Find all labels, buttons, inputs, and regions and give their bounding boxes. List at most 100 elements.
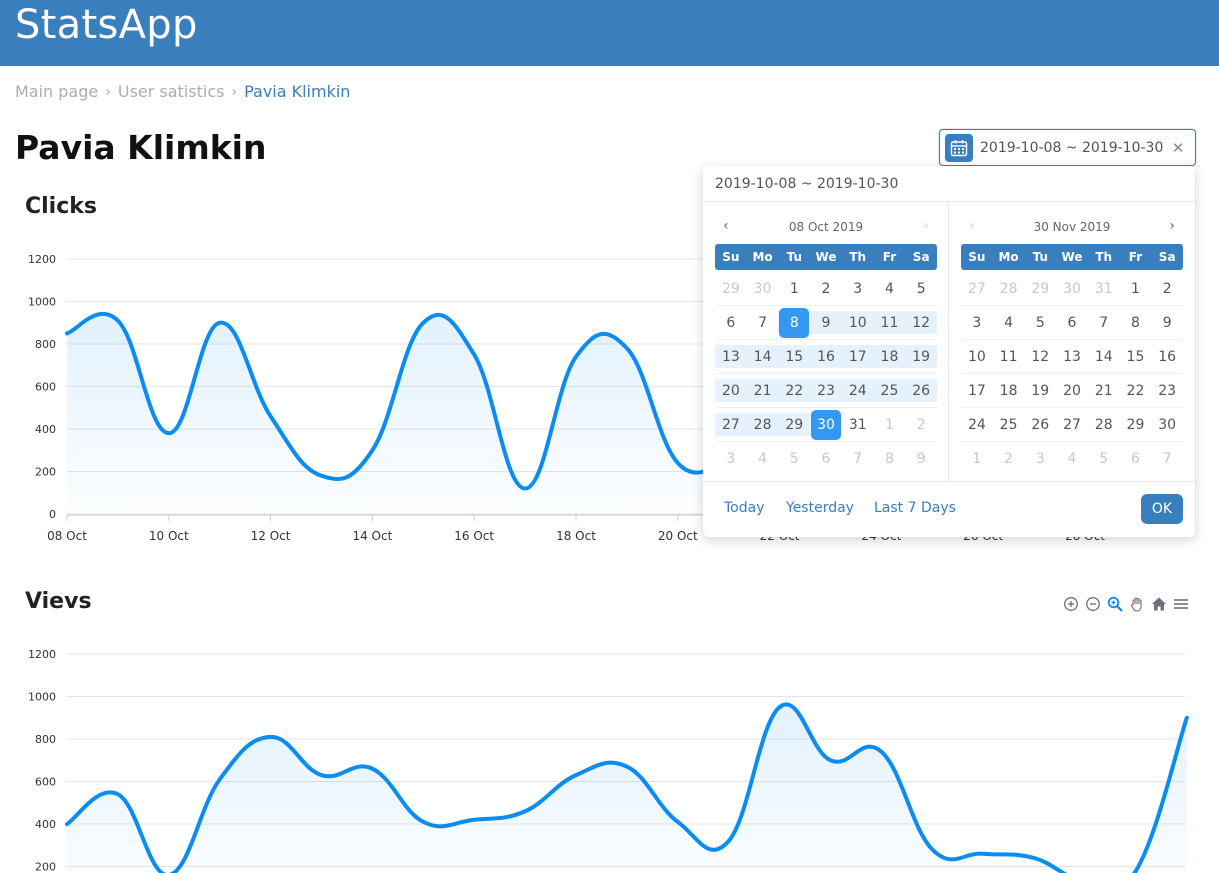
calendar-day[interactable]: 21	[746, 374, 779, 407]
calendar-day[interactable]: 7	[1088, 306, 1120, 339]
next-month-icon[interactable]: ›	[1169, 218, 1175, 234]
calendar-day[interactable]: 15	[1120, 340, 1152, 373]
calendar-day[interactable]: 31	[1088, 272, 1120, 305]
calendar-day[interactable]: 21	[1088, 374, 1120, 407]
calendar-day[interactable]: 11	[873, 306, 906, 339]
calendar-day[interactable]: 4	[747, 442, 779, 476]
calendar-day[interactable]: 27	[961, 272, 993, 305]
calendar-day[interactable]: 1	[1120, 272, 1152, 305]
calendar-day[interactable]: 2	[993, 442, 1025, 476]
pan-icon[interactable]	[1127, 595, 1147, 613]
calendar-day[interactable]: 28	[993, 272, 1025, 305]
calendar-day[interactable]: 19	[1024, 374, 1056, 407]
calendar-day[interactable]: 28	[1088, 408, 1120, 441]
calendar-day[interactable]: 14	[746, 340, 779, 373]
calendar-day[interactable]: 5	[778, 442, 810, 476]
ok-button[interactable]: OK	[1141, 494, 1183, 524]
calendar-day[interactable]: 23	[1151, 374, 1183, 407]
left-calendar-title[interactable]: 08 Oct 2019	[715, 220, 937, 234]
calendar-day[interactable]: 12	[905, 306, 937, 339]
app-title[interactable]: StatsApp	[15, 2, 198, 48]
calendar-day[interactable]: 5	[1024, 306, 1056, 339]
calendar-day[interactable]: 25	[873, 374, 906, 407]
clear-icon[interactable]: ✕	[1167, 139, 1189, 157]
zoom-in-icon[interactable]	[1061, 595, 1081, 613]
calendar-day[interactable]: 17	[841, 340, 874, 373]
calendar-day[interactable]: 7	[842, 442, 874, 476]
calendar-day-selected[interactable]: 8	[778, 306, 810, 339]
calendar-day[interactable]: 26	[905, 374, 937, 407]
calendar-day[interactable]: 13	[715, 340, 747, 373]
calendar-day[interactable]: 20	[1056, 374, 1088, 407]
calendar-day[interactable]: 29	[1024, 272, 1056, 305]
calendar-day[interactable]: 3	[1024, 442, 1056, 476]
calendar-day[interactable]: 1	[874, 408, 906, 441]
calendar-day[interactable]: 18	[873, 340, 906, 373]
calendar-day[interactable]: 8	[1120, 306, 1152, 339]
calendar-day[interactable]: 25	[993, 408, 1025, 441]
home-icon[interactable]	[1149, 595, 1169, 613]
selection-zoom-icon[interactable]	[1105, 595, 1125, 613]
calendar-day[interactable]: 11	[993, 340, 1025, 373]
calendar-day[interactable]: 5	[905, 272, 937, 305]
calendar-day[interactable]: 2	[1151, 272, 1183, 305]
calendar-day[interactable]: 30	[747, 272, 779, 305]
calendar-day[interactable]: 4	[993, 306, 1025, 339]
calendar-day[interactable]: 16	[810, 340, 842, 373]
calendar-day[interactable]: 9	[810, 306, 842, 339]
calendar-day[interactable]: 10	[961, 340, 993, 373]
calendar-day[interactable]: 15	[778, 340, 810, 373]
calendar-day[interactable]: 27	[1056, 408, 1088, 441]
calendar-day[interactable]: 6	[1120, 442, 1152, 476]
calendar-day[interactable]: 19	[905, 340, 937, 373]
calendar-day[interactable]: 24	[841, 374, 874, 407]
menu-icon[interactable]	[1171, 595, 1191, 613]
calendar-day[interactable]: 2	[810, 272, 842, 305]
calendar-day[interactable]: 31	[842, 408, 874, 441]
calendar-day[interactable]: 3	[842, 272, 874, 305]
calendar-day[interactable]: 4	[874, 272, 906, 305]
calendar-day[interactable]: 9	[905, 442, 937, 476]
calendar-day[interactable]: 23	[810, 374, 842, 407]
shortcut-today[interactable]: Today	[724, 500, 765, 516]
calendar-day[interactable]: 13	[1056, 340, 1088, 373]
right-calendar-title[interactable]: 30 Nov 2019	[961, 220, 1183, 234]
calendar-day[interactable]: 9	[1151, 306, 1183, 339]
calendar-day[interactable]: 6	[1056, 306, 1088, 339]
calendar-day[interactable]: 3	[715, 442, 747, 476]
zoom-out-icon[interactable]	[1083, 595, 1103, 613]
date-range-value[interactable]: 2019-10-08 ~ 2019-10-30	[980, 140, 1167, 156]
date-range-input[interactable]: 2019-10-08 ~ 2019-10-30 ✕	[939, 129, 1196, 166]
calendar-day[interactable]: 22	[778, 374, 810, 407]
calendar-day[interactable]: 1	[961, 442, 993, 476]
calendar-day[interactable]: 27	[715, 408, 747, 441]
calendar-day[interactable]: 26	[1024, 408, 1056, 441]
calendar-day[interactable]: 22	[1120, 374, 1152, 407]
calendar-day[interactable]: 30	[1151, 408, 1183, 441]
calendar-day[interactable]: 16	[1151, 340, 1183, 373]
calendar-day[interactable]: 3	[961, 306, 993, 339]
calendar-day[interactable]: 17	[961, 374, 993, 407]
breadcrumb-user-statistics[interactable]: User satistics	[118, 82, 225, 101]
calendar-day[interactable]: 14	[1088, 340, 1120, 373]
calendar-day[interactable]: 5	[1088, 442, 1120, 476]
calendar-day[interactable]: 28	[746, 408, 779, 441]
calendar-day[interactable]: 7	[747, 306, 779, 339]
calendar-day[interactable]: 24	[961, 408, 993, 441]
calendar-day[interactable]: 8	[874, 442, 906, 476]
calendar-day[interactable]: 7	[1151, 442, 1183, 476]
calendar-day[interactable]: 18	[993, 374, 1025, 407]
calendar-day[interactable]: 29	[1120, 408, 1152, 441]
calendar-day[interactable]: 29	[778, 408, 810, 441]
breadcrumb-main-page[interactable]: Main page	[15, 82, 98, 101]
calendar-day[interactable]: 1	[778, 272, 810, 305]
shortcut-last-7-days[interactable]: Last 7 Days	[874, 500, 956, 516]
calendar-day[interactable]: 12	[1024, 340, 1056, 373]
calendar-day[interactable]: 29	[715, 272, 747, 305]
calendar-day[interactable]: 30	[1056, 272, 1088, 305]
calendar-day[interactable]: 4	[1056, 442, 1088, 476]
shortcut-yesterday[interactable]: Yesterday	[786, 500, 854, 516]
calendar-day[interactable]: 20	[715, 374, 747, 407]
calendar-day[interactable]: 2	[905, 408, 937, 441]
calendar-day[interactable]: 6	[810, 442, 842, 476]
